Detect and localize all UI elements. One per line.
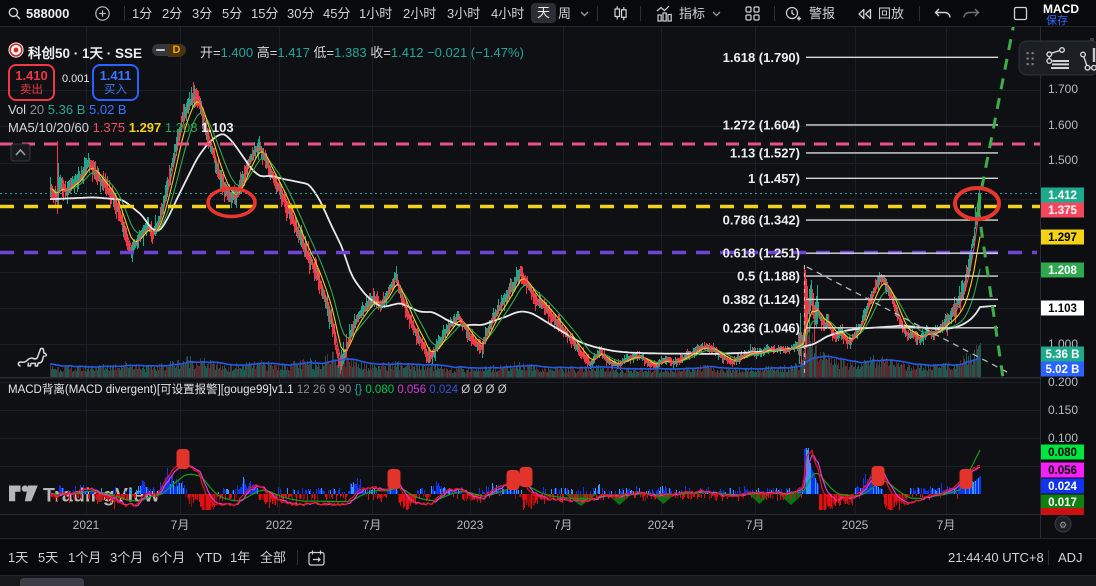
svg-text:1.272 (1.604): 1.272 (1.604): [723, 117, 800, 132]
svg-text:7月: 7月: [937, 518, 956, 532]
svg-text:0.080: 0.080: [1048, 447, 1077, 459]
svg-text:0.017: 0.017: [1048, 497, 1077, 509]
svg-text:2025: 2025: [842, 518, 869, 532]
svg-text:1.700: 1.700: [1048, 82, 1078, 96]
svg-text:0.150: 0.150: [1048, 403, 1078, 417]
svg-text:0.236 (1.046): 0.236 (1.046): [723, 320, 800, 335]
svg-text:2023: 2023: [457, 518, 484, 532]
svg-text:5.36 B: 5.36 B: [1046, 349, 1080, 361]
svg-text:0.100: 0.100: [1048, 431, 1078, 445]
svg-text:1.375: 1.375: [1048, 205, 1077, 217]
svg-text:5.02 B: 5.02 B: [1046, 364, 1080, 376]
svg-text:2024: 2024: [648, 518, 675, 532]
svg-text:0.618 (1.251): 0.618 (1.251): [723, 246, 800, 261]
svg-text:1 (1.457): 1 (1.457): [748, 171, 800, 186]
svg-text:1.500: 1.500: [1048, 153, 1078, 167]
svg-text:0.056: 0.056: [1048, 465, 1077, 477]
svg-text:2021: 2021: [73, 518, 100, 532]
svg-text:1.103: 1.103: [1048, 303, 1077, 315]
svg-text:0.200: 0.200: [1048, 375, 1078, 389]
svg-text:1.208: 1.208: [1048, 265, 1077, 277]
svg-text:1.618 (1.790): 1.618 (1.790): [723, 50, 800, 65]
svg-text:1.13 (1.527): 1.13 (1.527): [730, 145, 800, 160]
svg-text:1.600: 1.600: [1048, 118, 1078, 132]
svg-text:7月: 7月: [554, 518, 573, 532]
svg-text:⚙: ⚙: [1059, 520, 1067, 530]
svg-text:0.024: 0.024: [1048, 481, 1077, 493]
svg-text:7月: 7月: [171, 518, 190, 532]
svg-text:0.786 (1.342): 0.786 (1.342): [723, 213, 800, 228]
svg-text:2022: 2022: [266, 518, 293, 532]
svg-text:1.297: 1.297: [1048, 232, 1077, 244]
svg-text:1.412: 1.412: [1048, 190, 1077, 202]
svg-text:7月: 7月: [746, 518, 765, 532]
svg-text:7月: 7月: [363, 518, 382, 532]
svg-text:0.5 (1.188): 0.5 (1.188): [737, 269, 800, 284]
svg-text:0.382 (1.124): 0.382 (1.124): [723, 292, 800, 307]
